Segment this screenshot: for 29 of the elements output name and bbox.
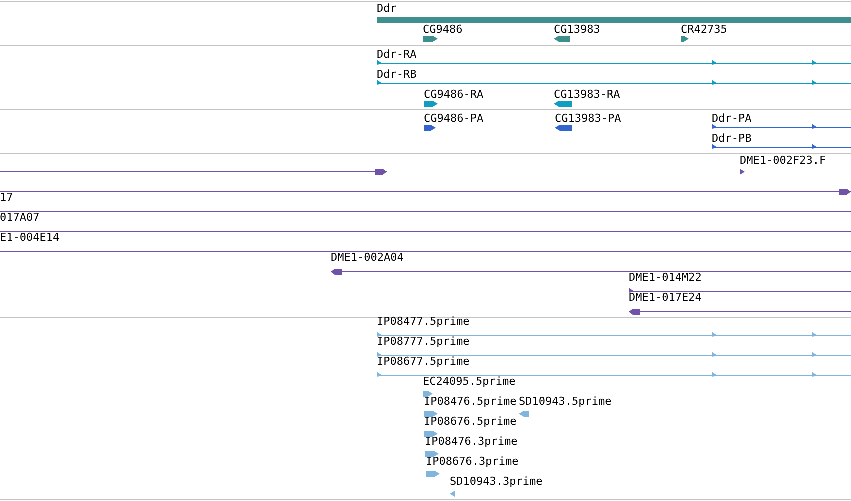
feature-label: IP08777.5prime: [377, 335, 470, 348]
feature-label: IP08477.5prime: [377, 315, 470, 328]
feature-label: 017A07: [0, 211, 40, 224]
feature-label: CG13983-RA: [554, 88, 620, 101]
feature-label: CG13983: [554, 23, 600, 36]
feature-label: CG9486: [423, 23, 463, 36]
feature-label: IP08676.5prime: [424, 415, 517, 428]
feature-label: DME1-014M22: [629, 271, 702, 284]
feature-label: DME1-002A04: [331, 251, 404, 264]
feature-label: CG9486-RA: [424, 88, 484, 101]
feature-label: IP08476.3prime: [425, 435, 518, 448]
feature-label: Ddr-PB: [712, 132, 752, 145]
feature-label: DME1-017E24: [629, 291, 702, 304]
feature-label: IP08476.5prime: [424, 395, 517, 408]
feature-label: DME1-002F23.F: [740, 154, 826, 167]
feature-label: Ddr-RA: [377, 48, 417, 61]
feature-label: Ddr: [377, 2, 397, 15]
feature-label: EC24095.5prime: [423, 375, 516, 388]
feature-label: 17: [0, 191, 14, 204]
feature-label: E1-004E14: [0, 231, 60, 244]
feature-label: IP08677.5prime: [377, 355, 470, 368]
feature-label: SD10943.3prime: [450, 475, 543, 488]
feature-label: Ddr-PA: [712, 112, 752, 125]
feature-label: IP08676.3prime: [426, 455, 519, 468]
feature-label: SD10943.5prime: [519, 395, 612, 408]
feature-label: Ddr-RB: [377, 68, 417, 81]
feature-label: CG13983-PA: [555, 112, 622, 125]
feature-label: CR42735: [681, 23, 728, 36]
feature-label: CG9486-PA: [424, 112, 484, 125]
